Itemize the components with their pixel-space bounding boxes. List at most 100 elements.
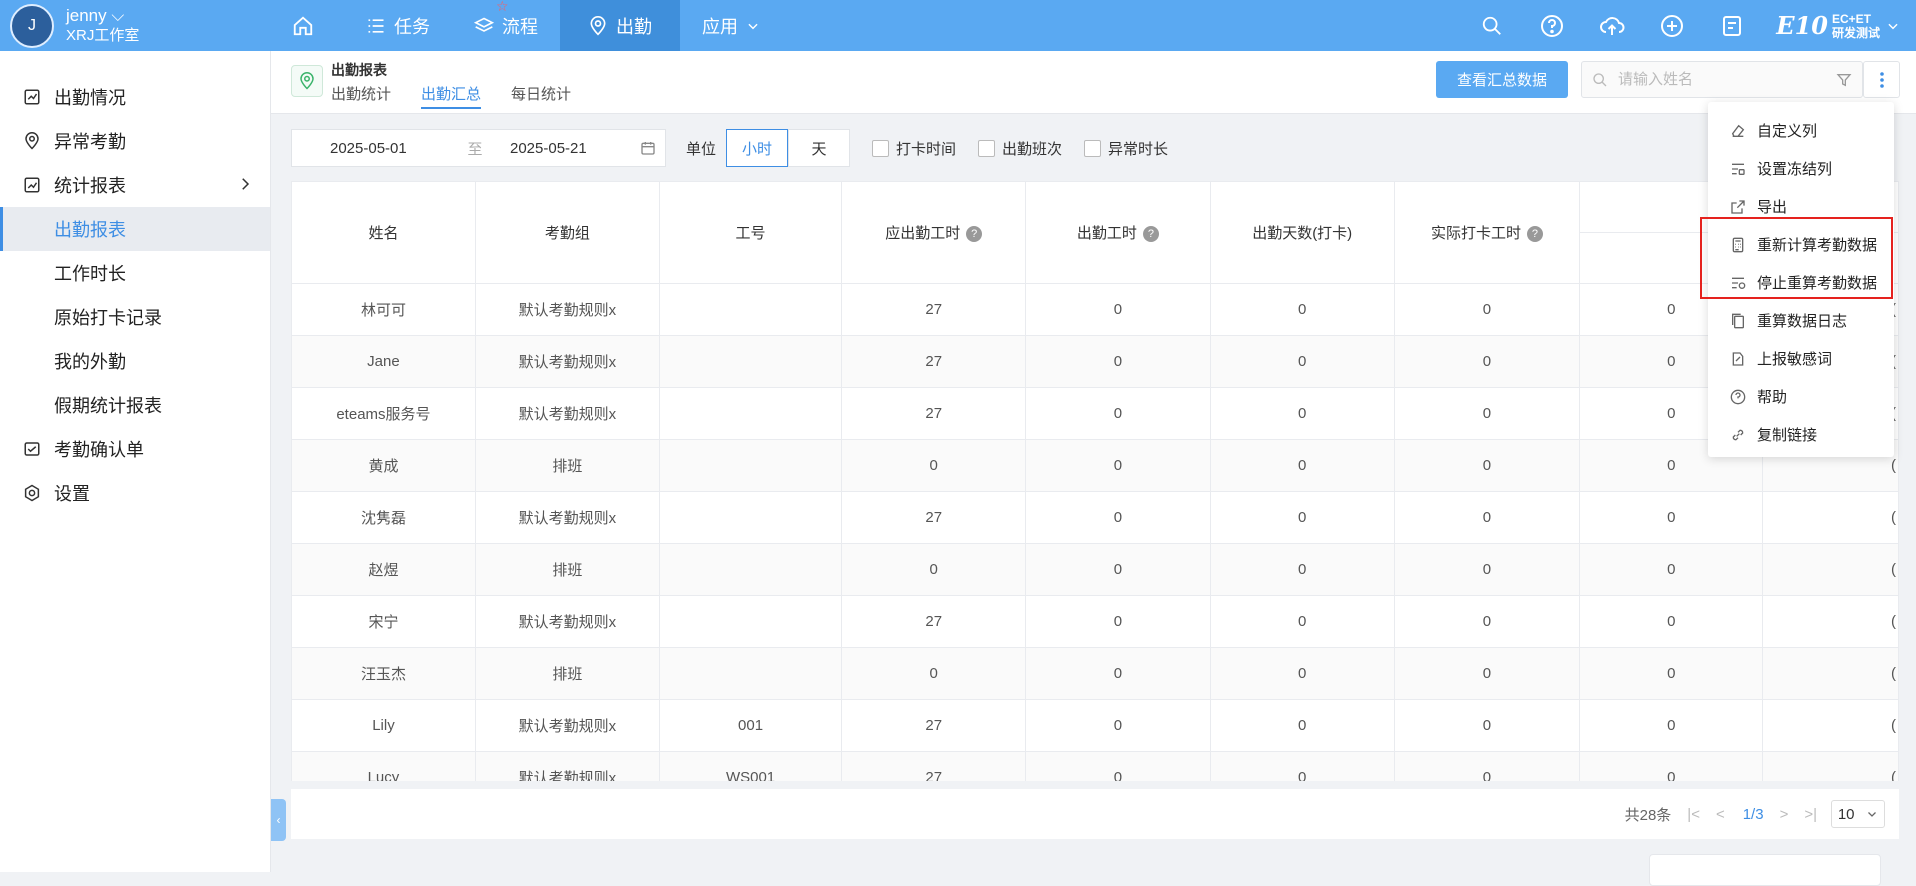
- first-page-icon[interactable]: |<: [1687, 806, 1700, 823]
- nav-apps[interactable]: 应用: [680, 0, 782, 51]
- tab-attendance-stats[interactable]: 出勤统计: [331, 83, 391, 109]
- menu-item-copy-link[interactable]: 复制链接: [1708, 416, 1894, 453]
- table-row[interactable]: 林可可默认考勤规则x270000(: [291, 283, 1899, 336]
- column-header-actual-hours[interactable]: 实际打卡工时?: [1393, 181, 1581, 284]
- column-header-expected-hours[interactable]: 应出勤工时?: [841, 181, 1027, 284]
- column-header-group[interactable]: 考勤组: [474, 181, 660, 284]
- sidebar-item-my-field-work[interactable]: 我的外勤: [0, 339, 270, 383]
- add-circle-icon[interactable]: [1659, 13, 1685, 39]
- location-icon: [22, 131, 42, 151]
- checkbox-label: 打卡时间: [896, 140, 957, 158]
- unit-label: 单位: [686, 140, 717, 158]
- tab-attendance-summary[interactable]: 出勤汇总: [421, 83, 482, 109]
- question-icon[interactable]: ?: [1526, 226, 1543, 243]
- filter-icon[interactable]: [1836, 72, 1852, 88]
- unit-hour-button[interactable]: 小时: [726, 129, 789, 167]
- column-header-attendance-hours[interactable]: 出勤工时?: [1025, 181, 1211, 284]
- checkbox-box[interactable]: [978, 139, 996, 157]
- question-icon[interactable]: ?: [1142, 226, 1159, 243]
- checkbox-abnormal-duration[interactable]: 异常时长: [1084, 138, 1168, 159]
- table-row[interactable]: Lucy 默认考勤规则x WS001 27 0 0 0 0(: [291, 751, 1899, 781]
- stop-recalc-icon: [1729, 274, 1747, 292]
- column-header-employee-id[interactable]: 工号: [658, 181, 843, 284]
- table-cell: [658, 439, 843, 492]
- table-cell: [658, 595, 843, 648]
- last-page-icon[interactable]: >|: [1804, 806, 1817, 823]
- prev-page-icon[interactable]: <: [1716, 806, 1725, 823]
- brand-switcher[interactable]: E10 EC+ET 研发测试: [1776, 11, 1900, 40]
- sidebar-item-label: 我的外勤: [54, 352, 126, 372]
- table-row[interactable]: Lily 默认考勤规则x 001 27 0 0 0 0(: [291, 699, 1899, 752]
- date-range-picker[interactable]: 2025-05-01 至 2025-05-21: [291, 129, 666, 167]
- table-row[interactable]: 宋宁 默认考勤规则x 27 0 0 0 0(: [291, 595, 1899, 648]
- view-summary-button[interactable]: 查看汇总数据: [1436, 61, 1568, 98]
- sidebar-collapse-button[interactable]: ‹: [271, 799, 286, 841]
- tab-daily-stats[interactable]: 每日统计: [511, 83, 571, 109]
- date-end[interactable]: 2025-05-21: [510, 140, 640, 157]
- table-row[interactable]: 黄成 排班 0 0 0 0 0(: [291, 439, 1899, 492]
- menu-item-stop-recalculate[interactable]: 停止重算考勤数据: [1708, 264, 1894, 301]
- sidebar: 出勤情况 异常考勤 统计报表 出勤报表 工作时长 原始打卡记录 我的外勤 假期统…: [0, 51, 271, 872]
- menu-item-report-sensitive-words[interactable]: 上报敏感词: [1708, 340, 1894, 377]
- sidebar-item-confirmation[interactable]: 考勤确认单: [0, 427, 270, 471]
- sidebar-item-work-hours[interactable]: 工作时长: [0, 251, 270, 295]
- menu-item-help[interactable]: 帮助: [1708, 378, 1894, 415]
- sidebar-item-abnormal[interactable]: 异常考勤: [0, 119, 270, 163]
- sidebar-item-label: 假期统计报表: [54, 396, 162, 416]
- search-icon[interactable]: [1479, 13, 1505, 39]
- search-input[interactable]: [1616, 70, 1820, 89]
- next-page-icon[interactable]: >: [1780, 806, 1789, 823]
- current-page: 1/3: [1742, 805, 1764, 823]
- checkbox-box[interactable]: [1084, 139, 1102, 157]
- menu-item-custom-columns[interactable]: 自定义列: [1708, 112, 1894, 149]
- floating-card[interactable]: [1649, 854, 1881, 886]
- cloud-upload-icon[interactable]: [1599, 13, 1625, 39]
- sidebar-item-raw-punches[interactable]: 原始打卡记录: [0, 295, 270, 339]
- sidebar-item-settings[interactable]: 设置: [0, 471, 270, 515]
- sidebar-item-reports[interactable]: 统计报表: [0, 163, 270, 207]
- menu-item-export[interactable]: 导出: [1708, 188, 1894, 225]
- chevron-right-icon[interactable]: [236, 175, 254, 193]
- table-cell: [658, 387, 843, 440]
- column-header-name[interactable]: 姓名: [291, 181, 476, 284]
- notes-icon[interactable]: [1719, 13, 1745, 39]
- table-row[interactable]: 赵煜 排班 0 0 0 0 0(: [291, 543, 1899, 596]
- page-size-select[interactable]: 10: [1831, 800, 1885, 828]
- menu-item-label: 复制链接: [1757, 427, 1818, 444]
- nav-attendance[interactable]: 出勤: [560, 0, 680, 51]
- checkbox-label: 出勤班次: [1002, 140, 1063, 158]
- help-icon[interactable]: [1539, 13, 1565, 39]
- search-icon: [1593, 72, 1607, 86]
- column-header-attendance-days[interactable]: 出勤天数(打卡): [1209, 181, 1395, 284]
- checkbox-punch-time[interactable]: 打卡时间: [872, 138, 956, 159]
- header-label: 实际打卡工时: [1430, 225, 1521, 242]
- eraser-icon: [1729, 122, 1747, 140]
- table-row[interactable]: Jane默认考勤规则x270000(: [291, 335, 1899, 388]
- page-header: 出勤报表 出勤统计 出勤汇总 每日统计 查看汇总数据: [271, 51, 1916, 114]
- sidebar-item-attendance-overview[interactable]: 出勤情况: [0, 75, 270, 119]
- checkbox-box[interactable]: [872, 139, 890, 157]
- table-cell: 0: [1579, 751, 1764, 781]
- menu-item-recalc-log[interactable]: 重算数据日志: [1708, 302, 1894, 339]
- unit-day-button[interactable]: 天: [788, 129, 851, 167]
- table-row[interactable]: 汪玉杰 排班 0 0 0 0 0(: [291, 647, 1899, 700]
- table-row[interactable]: 沈隽磊 默认考勤规则x 27 0 0 0 0(: [291, 491, 1899, 544]
- nav-workflow[interactable]: ☆ 流程: [452, 0, 560, 51]
- more-options-button[interactable]: [1863, 61, 1900, 98]
- date-start[interactable]: 2025-05-01: [330, 140, 440, 157]
- sidebar-item-leave-report[interactable]: 假期统计报表: [0, 383, 270, 427]
- table-cell: 0: [1209, 491, 1395, 544]
- user-profile[interactable]: J jenny ⌵ XRJ工作室: [10, 0, 139, 51]
- nav-tasks[interactable]: 任务: [344, 0, 452, 51]
- calendar-icon[interactable]: [640, 140, 656, 156]
- checkbox-shift[interactable]: 出勤班次: [978, 138, 1062, 159]
- avatar[interactable]: J: [10, 3, 54, 48]
- menu-item-recalculate[interactable]: 重新计算考勤数据: [1708, 226, 1894, 263]
- chevron-down-icon[interactable]: ⌵: [107, 6, 124, 25]
- sidebar-item-attendance-report[interactable]: 出勤报表: [0, 207, 270, 251]
- table-row[interactable]: eteams服务号默认考勤规则x270000(: [291, 387, 1899, 440]
- user-name[interactable]: jenny: [66, 6, 107, 25]
- question-icon[interactable]: ?: [966, 226, 983, 243]
- nav-home[interactable]: [270, 0, 344, 51]
- menu-item-freeze-columns[interactable]: 设置冻结列: [1708, 150, 1894, 187]
